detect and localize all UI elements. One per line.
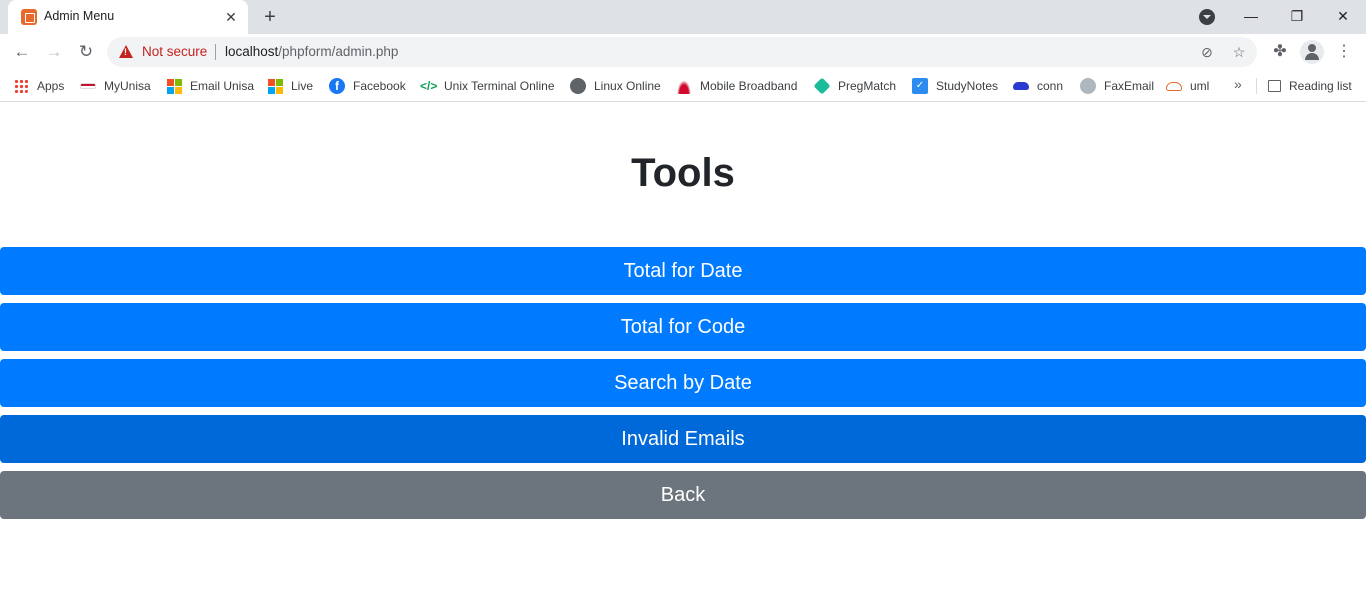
facebook-icon: f	[329, 78, 345, 94]
browser-toolbar: ← → ↻ Not secure localhost/phpform/admin…	[0, 34, 1366, 70]
bookmarks-divider	[1256, 78, 1257, 94]
star-icon[interactable]: ☆	[1231, 44, 1247, 60]
bookmark-facebook[interactable]: f Facebook	[329, 76, 406, 96]
bookmark-label: Mobile Broadband	[700, 79, 798, 93]
bookmark-label: Email Unisa	[190, 79, 255, 93]
tab-title: Admin Menu	[44, 9, 115, 23]
total-for-code-button[interactable]: Total for Code	[0, 303, 1366, 351]
new-tab-button[interactable]: +	[259, 6, 281, 28]
page-title: Tools	[631, 151, 735, 195]
forward-arrow-icon[interactable]: →	[42, 40, 66, 64]
omnibox-divider	[215, 44, 216, 60]
tab-close-icon[interactable]: ✕	[222, 8, 240, 26]
cloud-icon	[1013, 82, 1029, 90]
code-icon: </>	[420, 79, 438, 93]
back-button[interactable]: Back	[0, 471, 1366, 519]
huawei-icon	[676, 78, 692, 94]
bookmark-label: conn	[1037, 79, 1064, 93]
url-host: localhost	[225, 44, 279, 59]
unisa-flag-icon	[80, 83, 96, 89]
url-text[interactable]: localhost/phpform/admin.php	[225, 44, 398, 59]
menu-kebab-icon[interactable]: ⋮	[1332, 40, 1356, 64]
bookmark-uml[interactable]: uml	[1166, 76, 1209, 96]
bookmark-label: PregMatch	[838, 79, 897, 93]
bookmarks-overflow-chevron-icon[interactable]: »	[1234, 76, 1242, 92]
profile-avatar-icon[interactable]	[1300, 40, 1324, 64]
bookmark-email-unisa[interactable]: Email Unisa	[167, 76, 254, 96]
bookmark-label: StudyNotes	[936, 79, 999, 93]
url-path: /phpform/admin.php	[278, 44, 399, 59]
address-bar[interactable]: Not secure localhost/phpform/admin.php ⊘…	[107, 37, 1257, 67]
bookmark-linux-online[interactable]: Linux Online	[570, 76, 661, 96]
search-by-date-button[interactable]: Search by Date	[0, 359, 1366, 407]
back-arrow-icon[interactable]: ←	[10, 40, 34, 64]
bookmark-label: Apps	[37, 79, 65, 93]
reading-list-icon	[1268, 80, 1281, 92]
reading-list-button[interactable]: Reading list	[1268, 76, 1352, 96]
bookmark-apps[interactable]: Apps	[14, 76, 64, 96]
page-content: Tools Total for Date Total for Code Sear…	[0, 103, 1366, 599]
close-window-button[interactable]: ✕	[1320, 0, 1366, 34]
cloud-outline-icon	[1166, 81, 1182, 91]
tab-admin-menu[interactable]: Admin Menu ✕	[8, 0, 248, 34]
bookmark-mobile-broadband[interactable]: Mobile Broadband	[676, 76, 797, 96]
restore-button[interactable]: ❐	[1274, 0, 1320, 34]
warning-triangle-icon[interactable]	[119, 45, 133, 58]
reload-icon[interactable]: ↻	[74, 40, 98, 64]
studynotes-icon: ✓	[912, 78, 928, 94]
bookmark-label: FaxEmail	[1104, 79, 1155, 93]
minimize-button[interactable]: —	[1228, 0, 1274, 34]
bookmark-label: MyUnisa	[104, 79, 151, 93]
total-for-date-button[interactable]: Total for Date	[0, 247, 1366, 295]
microsoft-icon	[268, 78, 283, 94]
bookmark-label: Linux Online	[594, 79, 661, 93]
bookmark-myunisa[interactable]: MyUnisa	[80, 76, 151, 96]
pregmatch-icon	[813, 77, 831, 95]
tab-search-icon[interactable]	[1199, 9, 1215, 25]
bookmark-live[interactable]: Live	[268, 76, 313, 96]
bookmark-faxemail[interactable]: FaxEmail	[1080, 76, 1154, 96]
microsoft-icon	[167, 78, 182, 94]
reading-list-label: Reading list	[1289, 79, 1352, 93]
bookmark-label: Facebook	[353, 79, 406, 93]
eye-slash-icon[interactable]: ⊘	[1199, 44, 1215, 60]
globe-icon	[570, 78, 586, 94]
tab-strip: Admin Menu ✕ + — ❐ ✕	[0, 0, 1366, 34]
invalid-emails-button[interactable]: Invalid Emails	[0, 415, 1366, 463]
bookmark-conn[interactable]: conn	[1013, 76, 1063, 96]
bookmark-label: uml	[1190, 79, 1210, 93]
bookmark-pregmatch[interactable]: PregMatch	[813, 76, 897, 96]
xampp-favicon-icon	[21, 9, 37, 25]
bookmarks-bar: Apps MyUnisa Email Unisa Live f Facebook…	[0, 70, 1366, 102]
security-label[interactable]: Not secure	[142, 44, 207, 59]
extensions-puzzle-icon[interactable]: ✤	[1268, 40, 1292, 64]
fax-icon	[1080, 78, 1096, 94]
bookmark-studynotes[interactable]: ✓ StudyNotes	[912, 76, 998, 96]
apps-grid-icon	[14, 79, 28, 93]
bookmark-unix-terminal[interactable]: </> Unix Terminal Online	[420, 76, 555, 96]
bookmark-label: Live	[291, 79, 314, 93]
bookmark-label: Unix Terminal Online	[444, 79, 555, 93]
